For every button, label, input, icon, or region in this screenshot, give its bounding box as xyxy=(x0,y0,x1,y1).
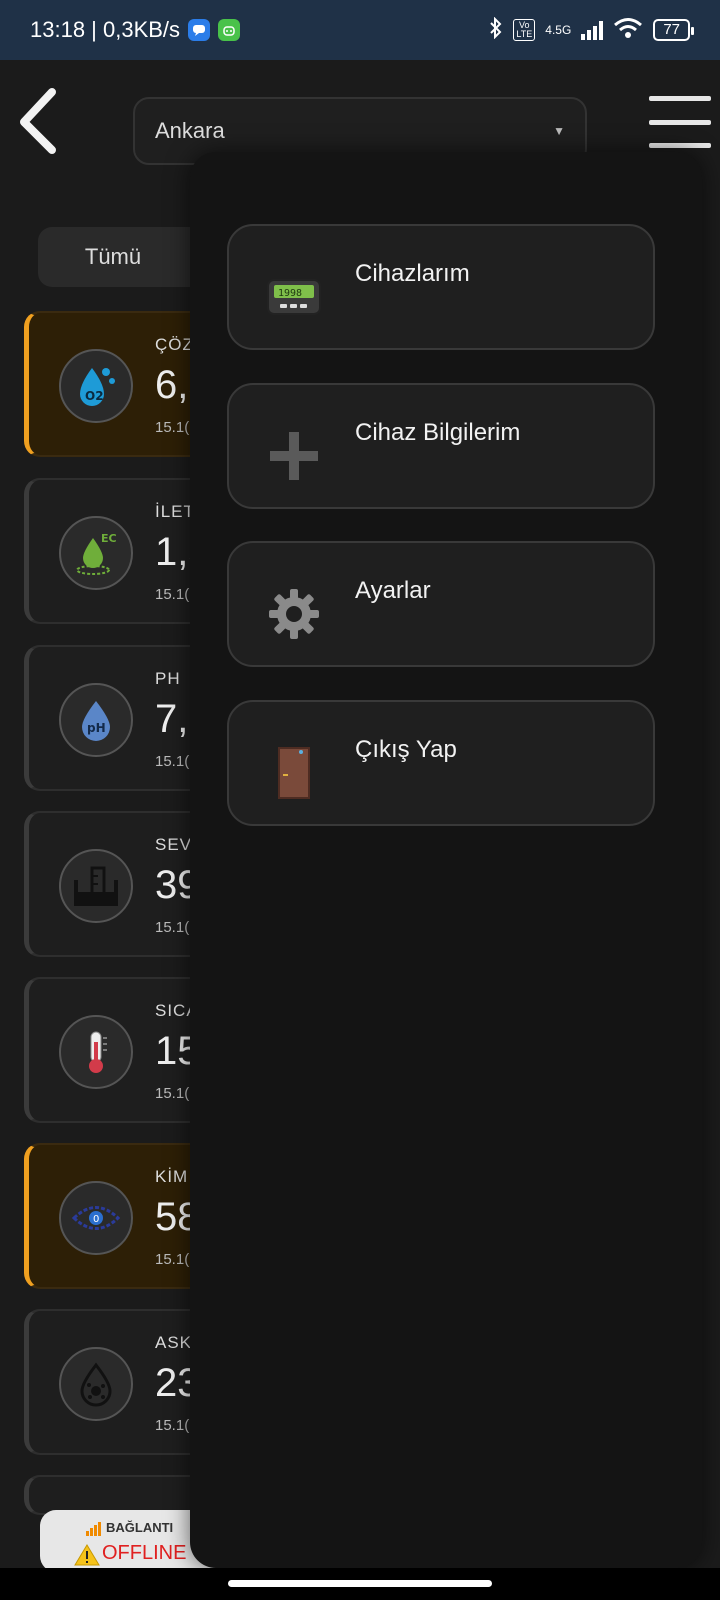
wifi-icon xyxy=(613,17,643,44)
signal-strength-icon xyxy=(581,20,604,40)
sensor-date: 15.1( xyxy=(155,753,190,770)
warning-icon xyxy=(74,1544,100,1569)
sensor-date: 15.1( xyxy=(155,1417,190,1434)
menu-item-label: Çıkış Yap xyxy=(355,736,457,763)
menu-item-devices[interactable]: 1998 Cihazlarım xyxy=(227,224,655,350)
menu-item-label: Cihazlarım xyxy=(355,260,470,287)
sensor-date: 15.1( xyxy=(155,419,190,436)
svg-text:O2: O2 xyxy=(85,389,104,403)
eye-sensor-icon: 0 xyxy=(59,1181,133,1255)
city-select-value: Ankara xyxy=(155,118,225,143)
sensor-label: PH xyxy=(155,669,181,688)
menu-item-label: Ayarlar xyxy=(355,577,431,604)
svg-text:0: 0 xyxy=(93,1214,99,1225)
svg-text:EC: EC xyxy=(101,532,117,545)
door-icon xyxy=(265,744,323,802)
ec-drop-icon: EC xyxy=(59,516,133,590)
status-time-speed: 13:18 | 0,3KB/s xyxy=(30,17,181,42)
gear-icon xyxy=(265,585,323,643)
bluetooth-icon xyxy=(489,16,503,44)
menu-item-device-info[interactable]: Cihaz Bilgilerim xyxy=(227,383,655,509)
sensor-label: ÇÖZ xyxy=(155,335,194,354)
back-button[interactable] xyxy=(14,86,64,156)
back-arrow-icon xyxy=(20,88,56,154)
menu-item-settings[interactable]: Ayarlar xyxy=(227,541,655,667)
pager-icon: 1998 xyxy=(265,268,323,326)
status-bar: 13:18 | 0,3KB/s Vo LTE 4.5G 77 xyxy=(0,0,720,60)
android-app-icon xyxy=(218,19,241,41)
hamburger-line xyxy=(649,119,711,125)
pager-lcd-text: 1998 xyxy=(278,288,302,299)
message-app-icon xyxy=(188,19,211,41)
svg-text:pH: pH xyxy=(87,721,106,735)
system-nav-bar xyxy=(0,1568,720,1600)
sensor-date: 15.1( xyxy=(155,1251,190,1268)
battery-indicator: 77 xyxy=(653,19,694,41)
network-type-label: 4.5G xyxy=(545,23,572,37)
connection-state: OFFLINE xyxy=(102,1542,187,1564)
sensor-date: 15.1( xyxy=(155,1085,190,1102)
hamburger-menu-button[interactable] xyxy=(649,96,711,148)
tab-all-label: Tümü xyxy=(84,244,142,269)
side-drawer: 1998 Cihazlarım Cihaz Bilgilerim Ayarlar… xyxy=(190,152,702,1568)
sensor-label: SEV xyxy=(155,835,193,854)
menu-item-logout[interactable]: Çıkış Yap xyxy=(227,700,655,826)
hamburger-line xyxy=(649,96,711,101)
menu-item-label: Cihaz Bilgilerim xyxy=(355,419,521,446)
tab-all[interactable]: Tümü xyxy=(38,227,208,287)
dropdown-caret-icon: ▼ xyxy=(553,124,565,138)
water-level-icon xyxy=(59,849,133,923)
hamburger-line xyxy=(649,143,711,148)
sensor-date: 15.1( xyxy=(155,919,190,936)
connection-label: BAĞLANTI xyxy=(106,1520,174,1535)
sensor-label: İLET xyxy=(155,502,195,521)
ph-drop-icon: pH xyxy=(59,683,133,757)
sensor-label: KİM xyxy=(155,1167,189,1186)
sensor-date: 15.1( xyxy=(155,586,190,603)
oxygen-drop-icon: O2 xyxy=(59,349,133,423)
sensor-label: ASK xyxy=(155,1333,193,1352)
plus-icon xyxy=(265,427,323,485)
volte-icon: Vo LTE xyxy=(513,19,536,41)
home-gesture-pill[interactable] xyxy=(228,1580,492,1587)
signal-bars-icon xyxy=(86,1522,102,1539)
thermometer-icon xyxy=(59,1015,133,1089)
particle-drop-icon xyxy=(59,1347,133,1421)
